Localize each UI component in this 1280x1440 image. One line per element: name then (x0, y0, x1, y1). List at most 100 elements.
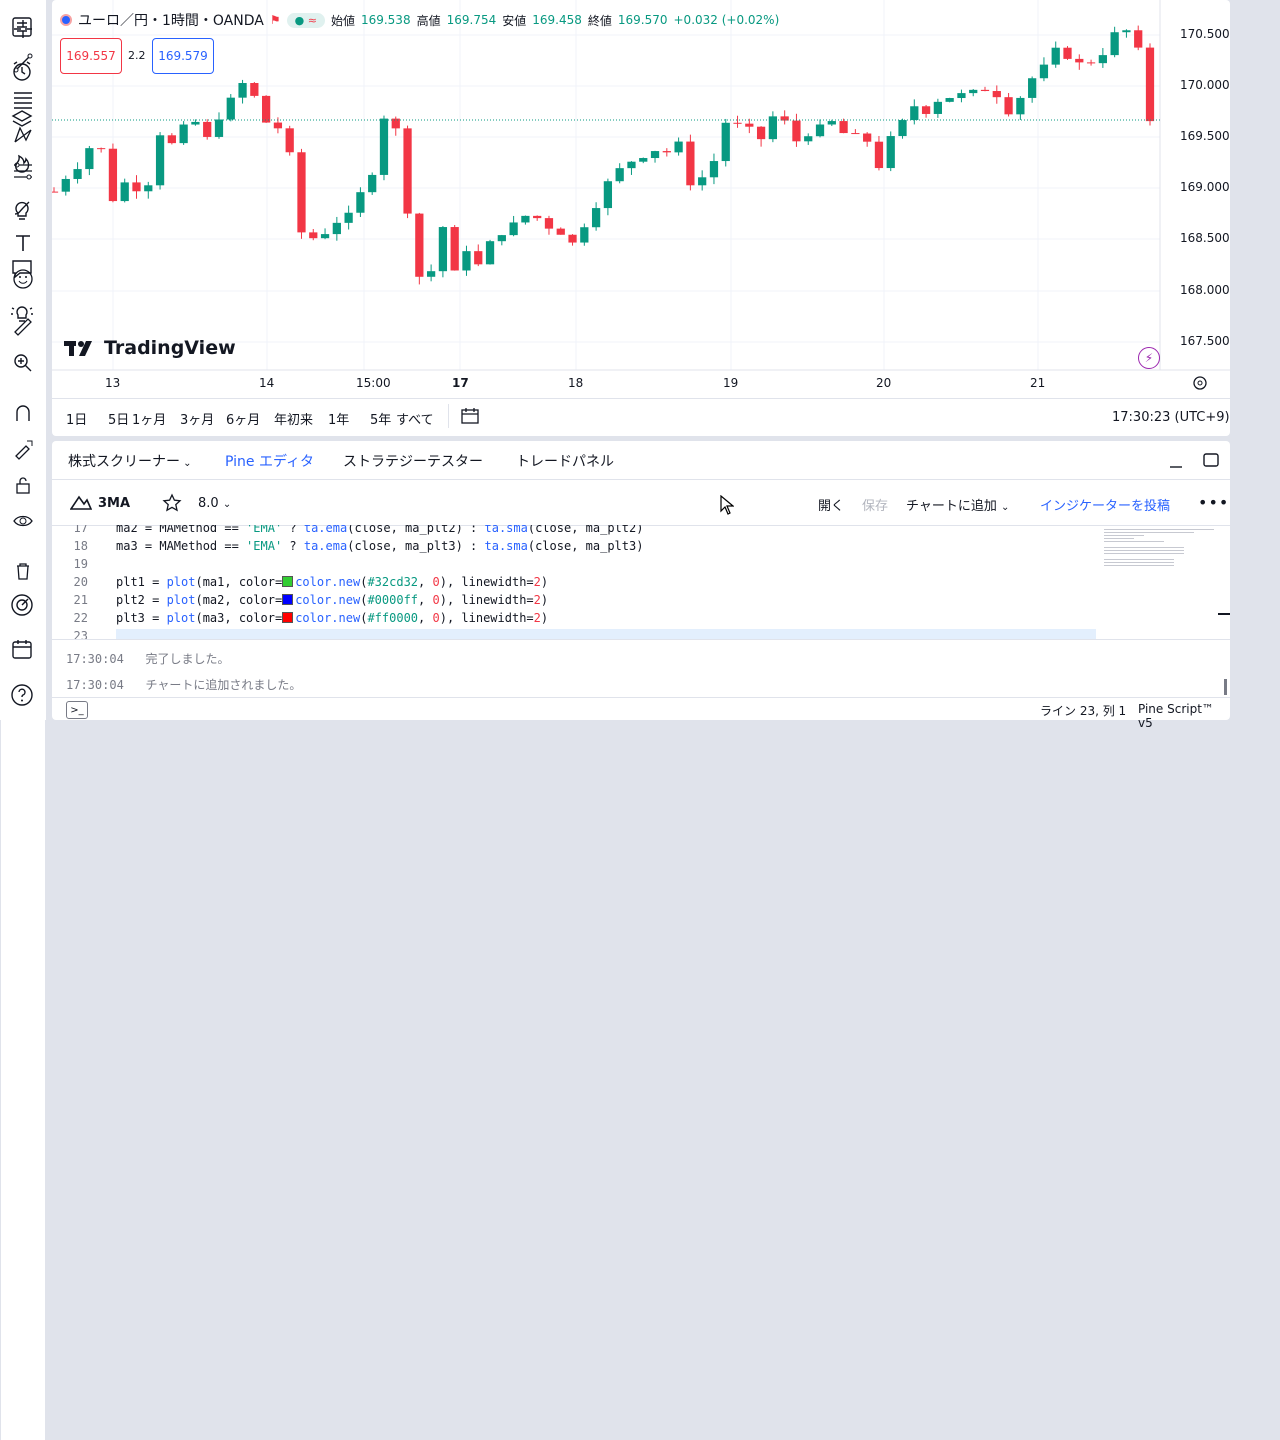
script-icon (69, 494, 93, 514)
notification-bulb-icon[interactable] (7, 298, 37, 328)
candle-body (262, 95, 271, 123)
range-button[interactable]: 1ヶ月 (132, 409, 166, 428)
minimize-icon[interactable] (1168, 453, 1184, 473)
code-minimap[interactable] (1102, 527, 1218, 639)
bottom-tab[interactable]: トレードパネル (516, 451, 614, 471)
candle-body (933, 101, 942, 114)
save-button[interactable]: 保存 (862, 495, 888, 514)
calendar-icon[interactable] (7, 634, 37, 664)
maximize-icon[interactable] (1202, 451, 1220, 473)
market-status-badge[interactable]: ● ≈ (286, 12, 325, 28)
eye-icon[interactable] (8, 506, 38, 536)
candle-body (203, 121, 212, 137)
bottom-tab[interactable]: 株式スクリーナー ⌄ (68, 451, 192, 471)
candle-body (698, 177, 707, 186)
calendar-range-icon[interactable] (460, 406, 480, 430)
code-line[interactable]: 23 (52, 629, 1112, 639)
chat-icon[interactable] (7, 254, 37, 284)
color-swatch[interactable] (282, 576, 294, 587)
version-selector[interactable]: 8.0 ⌄ (198, 496, 231, 511)
candle-body (509, 222, 518, 236)
editor-scrollbar[interactable] (1218, 527, 1230, 639)
candle-body (674, 141, 683, 153)
candle-body (485, 241, 495, 265)
low-value: 169.458 (532, 13, 582, 27)
console-scrollbar[interactable] (1224, 679, 1227, 695)
candle-body (85, 148, 94, 170)
alarm-clock-icon[interactable] (7, 56, 37, 86)
range-button[interactable]: 1年 (328, 409, 349, 428)
candle-body (615, 168, 624, 182)
candle-body (297, 152, 306, 233)
color-swatch[interactable] (282, 594, 294, 605)
code-line[interactable]: 21 plt2 = plot(ma2, color= color.new(#0000… (52, 593, 1112, 611)
bottom-tab[interactable]: Pine エディタ (225, 451, 314, 471)
candle-body (556, 228, 565, 235)
line-number: 21 (73, 593, 88, 607)
log-time: 17:30:04 (66, 652, 124, 666)
line-number: 18 (73, 539, 88, 553)
pine-editor-panel: 株式スクリーナー ⌄ Pine エディタ ストラテジーテスター トレードパネル 3MA… (52, 441, 1230, 730)
code-text: plt3 = plot(ma3, color= color.new(#ff0000… (116, 611, 549, 625)
watchlist-icon[interactable] (7, 12, 37, 42)
candle-body (709, 161, 719, 178)
sell-price-button[interactable]: 169.557 (60, 38, 122, 74)
range-button[interactable]: 年初来 (274, 409, 313, 428)
layers-icon[interactable] (7, 104, 37, 134)
data-window-icon[interactable] (7, 590, 37, 620)
candle-body (1004, 97, 1013, 115)
code-line[interactable]: 18 ma3 = MAMethod == 'EMA' ? ta.ema(close… (52, 539, 1112, 557)
color-swatch[interactable] (282, 612, 294, 623)
magnet-icon[interactable] (8, 398, 38, 428)
lock-draw-icon[interactable] (8, 434, 38, 464)
help-icon[interactable] (7, 680, 37, 710)
zoom-icon[interactable] (8, 348, 38, 378)
candle-body (544, 218, 554, 229)
candle-body (52, 191, 59, 193)
candle-body (214, 119, 224, 137)
candle-body (969, 89, 978, 94)
code-text: plt2 = plot(ma2, color= color.new(#0000ff… (116, 593, 549, 607)
code-line[interactable]: 22 plt3 = plot(ma3, color= color.new(#ff00… (52, 611, 1112, 629)
candle-body (898, 120, 907, 137)
lock-icon[interactable] (8, 470, 38, 500)
axis-settings-icon[interactable] (1192, 375, 1208, 395)
lightning-icon[interactable]: ⚡ (1138, 347, 1160, 369)
hotlist-flame-icon[interactable] (7, 148, 37, 178)
publish-indicator-button[interactable]: インジケーターを投稿 (1040, 495, 1170, 514)
more-options-icon[interactable]: ••• (1198, 493, 1229, 512)
favorite-star-icon[interactable] (162, 493, 182, 517)
ideas-bulb-icon[interactable] (7, 196, 37, 226)
clock-timezone[interactable]: 17:30:23 (UTC+9) (1112, 410, 1230, 425)
candle-body (391, 118, 400, 129)
candle-body (756, 126, 766, 140)
code-editor[interactable]: 17 ma2 = MAMethod == 'EMA' ? ta.ema(close… (52, 525, 1112, 639)
candle-body (815, 124, 825, 137)
buy-price-button[interactable]: 169.579 (152, 38, 214, 74)
code-line[interactable]: 19 (52, 557, 1112, 575)
candle-body (591, 208, 601, 228)
range-button[interactable]: 5日 (108, 409, 129, 428)
code-line[interactable]: 17 ma2 = MAMethod == 'EMA' ? ta.ema(close… (52, 525, 1112, 539)
candle-body (309, 232, 318, 239)
range-button[interactable]: すべて (396, 409, 434, 428)
range-button[interactable]: 3ヶ月 (180, 409, 214, 428)
open-button[interactable]: 開く (818, 495, 844, 514)
script-name[interactable]: 3MA (98, 496, 130, 511)
candlestick-chart[interactable] (52, 0, 1230, 436)
trash-icon[interactable] (8, 556, 38, 586)
range-button[interactable]: 1日 (66, 409, 87, 428)
chart-panel[interactable]: ユーロ／円・1時間・OANDA ⚑ ● ≈ 始値 169.538 高値 169.75… (52, 0, 1230, 436)
add-to-chart-button[interactable]: チャートに追加 ⌄ (906, 495, 1009, 514)
candle-body (910, 106, 919, 121)
symbol-title[interactable]: ユーロ／円・1時間・OANDA (78, 10, 264, 30)
alert-flag-icon[interactable]: ⚑ (270, 13, 281, 27)
code-line[interactable]: 20 plt1 = plot(ma1, color= color.new(#32cd… (52, 575, 1112, 593)
candle-body (580, 227, 589, 243)
console-toggle-icon[interactable]: >_ (66, 701, 88, 719)
range-button[interactable]: 6ヶ月 (226, 409, 260, 428)
language-version[interactable]: Pine Script™ v5 (1138, 702, 1230, 730)
candle-body (356, 192, 365, 213)
range-button[interactable]: 5年 (370, 409, 391, 428)
bottom-tab[interactable]: ストラテジーテスター (343, 451, 483, 471)
